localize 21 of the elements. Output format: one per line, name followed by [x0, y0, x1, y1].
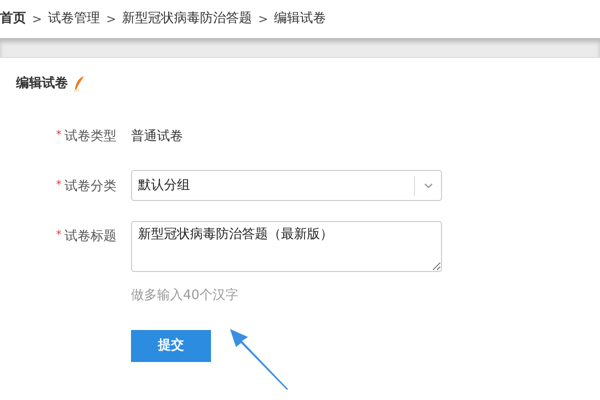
- required-mark: *: [56, 126, 62, 142]
- breadcrumb-separator: >: [258, 11, 268, 28]
- field-label: 试卷分类: [64, 178, 116, 196]
- required-mark: *: [56, 177, 62, 193]
- breadcrumb-separator: >: [106, 11, 116, 28]
- field-label: 试卷类型: [64, 128, 116, 146]
- caret-icon: [424, 182, 432, 188]
- feather-icon: [74, 76, 85, 92]
- breadcrumb-separator: >: [32, 11, 42, 28]
- category-select[interactable]: 默认分组: [131, 170, 442, 201]
- breadcrumb-link[interactable]: 编辑试卷: [274, 9, 326, 29]
- hint-text: 做多输入40个汉字: [131, 286, 240, 304]
- breadcrumb-link[interactable]: 试卷管理: [48, 9, 100, 29]
- section-title: 编辑试卷: [16, 74, 68, 93]
- field-label: 试卷标题: [64, 228, 116, 246]
- submit-button[interactable]: 提交: [131, 330, 211, 362]
- field-value: 普通试卷: [131, 128, 183, 146]
- required-mark: *: [56, 227, 62, 243]
- title-field[interactable]: 新型冠状病毒防治答题（最新版）: [131, 221, 442, 272]
- breadcrumb-link[interactable]: 首页: [0, 9, 26, 29]
- breadcrumb-link[interactable]: 新型冠状病毒防治答题: [122, 9, 252, 29]
